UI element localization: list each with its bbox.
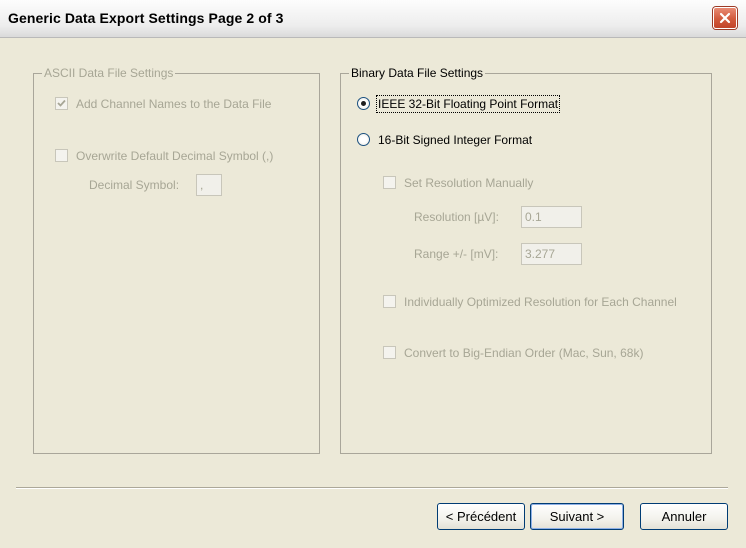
ascii-settings-group: ASCII Data File Settings: [33, 66, 320, 454]
big-endian-label: Convert to Big-Endian Order (Mac, Sun, 6…: [404, 346, 644, 360]
button-separator: [16, 487, 728, 489]
checkmark-icon: [57, 99, 66, 107]
ascii-group-title: ASCII Data File Settings: [42, 66, 176, 80]
ieee-format-radio[interactable]: [357, 97, 370, 110]
cancel-button[interactable]: Annuler: [640, 503, 728, 530]
resolution-input[interactable]: 0.1: [521, 206, 582, 228]
close-button[interactable]: [713, 7, 737, 29]
decimal-symbol-input[interactable]: ,: [196, 174, 222, 196]
previous-button[interactable]: < Précédent: [437, 503, 525, 530]
int16-format-label: 16-Bit Signed Integer Format: [378, 133, 533, 147]
individual-resolution-label: Individually Optimized Resolution for Ea…: [404, 295, 677, 309]
resolution-label: Resolution [µV]:: [414, 210, 499, 224]
int16-format-radio[interactable]: [357, 133, 370, 146]
individual-resolution-checkbox[interactable]: [383, 295, 396, 308]
next-button[interactable]: Suivant >: [530, 503, 624, 530]
radio-selected-dot: [361, 101, 366, 106]
overwrite-decimal-label: Overwrite Default Decimal Symbol (,): [76, 149, 274, 163]
ieee-format-label: IEEE 32-Bit Floating Point Format: [375, 95, 561, 113]
big-endian-checkbox[interactable]: [383, 346, 396, 359]
range-input[interactable]: 3.277: [521, 243, 582, 265]
window-title: Generic Data Export Settings Page 2 of 3: [8, 10, 284, 26]
binary-group-title: Binary Data File Settings: [349, 66, 486, 80]
close-icon: [719, 12, 731, 24]
set-resolution-checkbox[interactable]: [383, 176, 396, 189]
decimal-symbol-label: Decimal Symbol:: [89, 178, 180, 192]
overwrite-decimal-checkbox[interactable]: [55, 149, 68, 162]
add-channel-names-checkbox[interactable]: [55, 97, 68, 110]
range-label: Range +/- [mV]:: [414, 247, 499, 261]
set-resolution-label: Set Resolution Manually: [404, 176, 534, 190]
title-bar: Generic Data Export Settings Page 2 of 3: [0, 0, 746, 38]
add-channel-names-label: Add Channel Names to the Data File: [76, 97, 272, 111]
